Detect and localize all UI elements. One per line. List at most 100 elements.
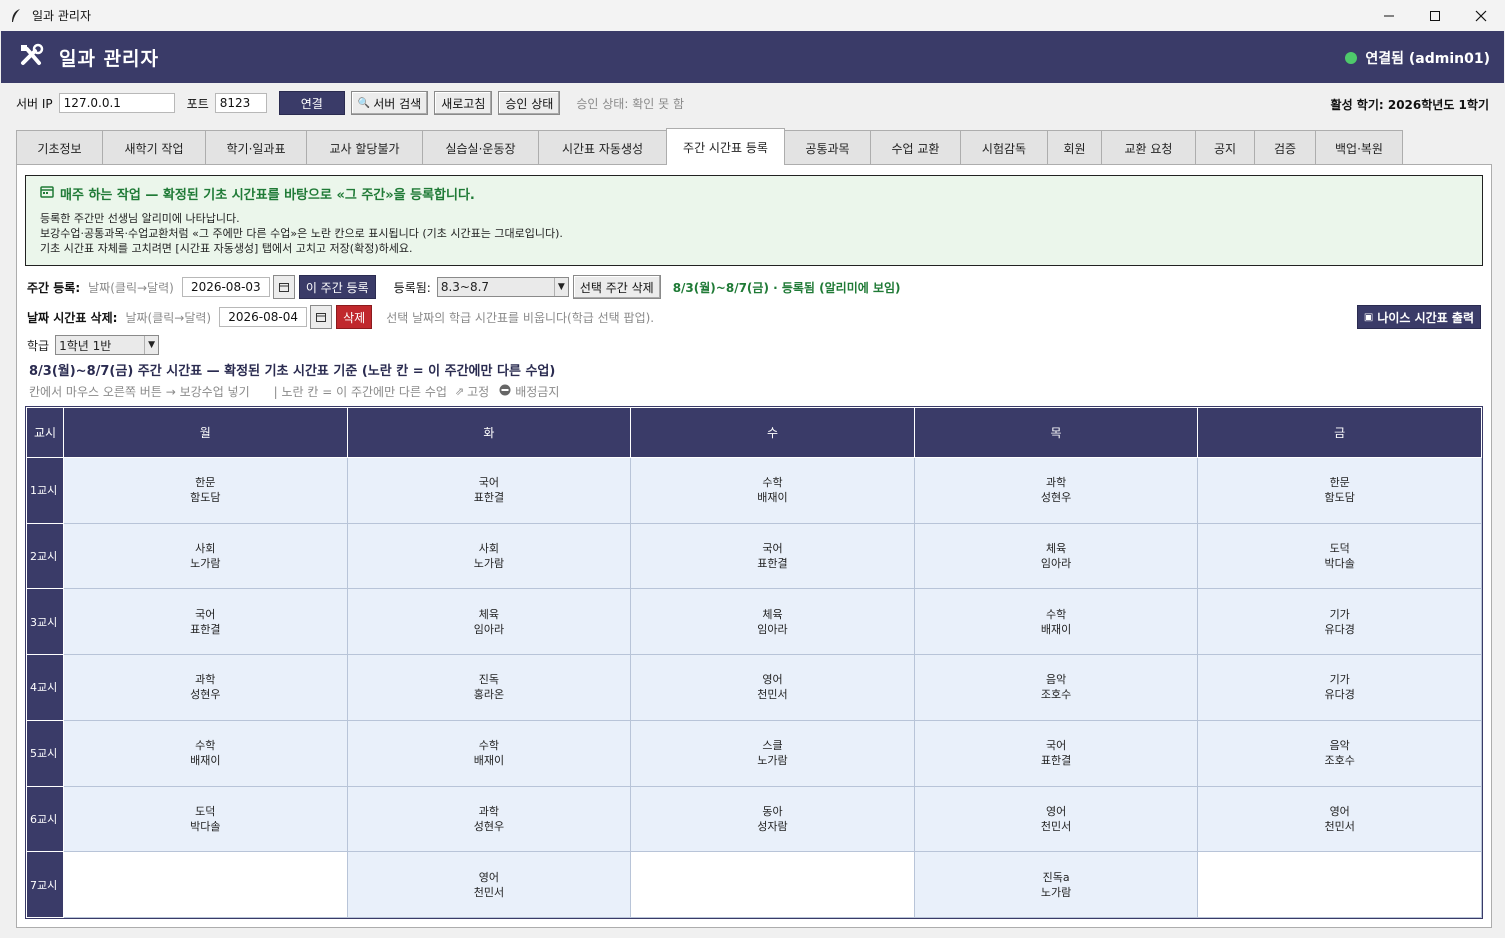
timetable-cell[interactable]: 수학 배재이 bbox=[913, 588, 1199, 656]
tab-notice[interactable]: 공지 bbox=[1195, 130, 1255, 165]
cell-teacher: 성현우 bbox=[473, 819, 505, 833]
timetable-cell[interactable]: 국어 표한결 bbox=[346, 457, 632, 524]
tab-class-swap[interactable]: 수업 교환 bbox=[870, 130, 961, 165]
timetable-cell[interactable]: 진독 홍라온 bbox=[346, 654, 632, 721]
timetable-cell[interactable]: 과학 성현우 bbox=[63, 654, 348, 721]
class-label: 학급 bbox=[27, 338, 50, 353]
timetable-cell[interactable]: 한문 함도담 bbox=[63, 457, 348, 524]
timetable-cell[interactable]: 체육 임아라 bbox=[630, 588, 915, 656]
timetable-cell[interactable] bbox=[1197, 851, 1482, 918]
delete-week-button[interactable]: 선택 주간 삭제 bbox=[572, 275, 661, 299]
week-date-input[interactable] bbox=[181, 277, 270, 297]
tab-exam-proctor[interactable]: 시험감독 bbox=[960, 130, 1048, 165]
timetable-cell[interactable]: 도덕 박다솔 bbox=[1197, 522, 1482, 590]
timetable-cell[interactable]: 한문 함도담 bbox=[1197, 457, 1482, 524]
timetable-cell[interactable]: 스클 노가람 bbox=[630, 719, 915, 787]
minimize-button[interactable] bbox=[1366, 0, 1412, 31]
active-term: 활성 학기: 2026학년도 1학기 bbox=[1330, 98, 1489, 112]
timetable-cell[interactable]: 기가 유다경 bbox=[1197, 588, 1482, 656]
cell-subject: 영어 bbox=[1329, 804, 1350, 818]
table-row: 3교시 국어 표한결 체육 임아라 체육 임아라 수학 배재이 기가 유다경 bbox=[26, 588, 1482, 656]
register-week-button[interactable]: 이 주간 등록 bbox=[298, 275, 376, 299]
legend-row: 칸에서 마우스 오른쪽 버튼 → 보강수업 넣기 | 노란 칸 = 이 주간에만… bbox=[29, 383, 559, 400]
calendar-icon bbox=[40, 185, 54, 202]
registered-label: 등록됨: bbox=[393, 280, 431, 295]
tab-teacher-unavailable[interactable]: 교사 할당불가 bbox=[306, 130, 423, 165]
refresh-button[interactable]: 새로고침 bbox=[434, 91, 493, 115]
timetable-cell[interactable]: 영어 천민서 bbox=[346, 851, 632, 918]
connection-status-text: 연결됨 (admin01) bbox=[1365, 51, 1490, 67]
approval-status: 승인 상태: 확인 못 함 bbox=[576, 96, 684, 111]
connect-button[interactable]: 연결 bbox=[278, 91, 345, 115]
timetable-cell[interactable]: 기가 유다경 bbox=[1197, 654, 1482, 721]
cell-subject: 동아 bbox=[762, 804, 783, 818]
timetable-cell[interactable]: 수학 배재이 bbox=[346, 719, 632, 787]
tab-basic-info[interactable]: 기초정보 bbox=[16, 130, 103, 165]
tab-swap-requests[interactable]: 교환 요청 bbox=[1101, 130, 1196, 165]
delete-day-button[interactable]: 삭제 bbox=[336, 305, 373, 329]
timetable-cell[interactable]: 국어 표한결 bbox=[630, 522, 915, 590]
timetable-cell[interactable]: 진독a 노가람 bbox=[913, 851, 1199, 918]
tab-lab-field[interactable]: 실습실·운동장 bbox=[422, 130, 539, 165]
timetable-cell[interactable]: 음악 조호수 bbox=[913, 654, 1199, 721]
tab-weekly-timetable[interactable]: 주간 시간표 등록 bbox=[666, 128, 785, 165]
timetable-cell[interactable]: 사회 노가람 bbox=[63, 522, 348, 590]
neis-export-button[interactable]: ▣ 나이스 시간표 출력 bbox=[1356, 305, 1481, 329]
timetable-cell[interactable]: 과학 성현우 bbox=[346, 785, 632, 853]
server-search-button[interactable]: 🔍 서버 검색 bbox=[350, 91, 429, 115]
period-label: 6교시 bbox=[26, 785, 64, 853]
timetable-cell[interactable]: 국어 표한결 bbox=[63, 588, 348, 656]
tab-backup-restore[interactable]: 백업·복원 bbox=[1315, 130, 1403, 165]
cell-teacher: 유다경 bbox=[1324, 622, 1355, 636]
calendar-button[interactable] bbox=[310, 305, 333, 329]
day-header-fri: 금 bbox=[1197, 407, 1482, 458]
tab-common-subject[interactable]: 공통과목 bbox=[784, 130, 871, 165]
class-select[interactable]: 1학년 1반 ▼ bbox=[55, 335, 160, 355]
timetable-cell[interactable]: 사회 노가람 bbox=[346, 522, 632, 590]
cell-teacher: 유다경 bbox=[1324, 688, 1355, 702]
close-button[interactable] bbox=[1458, 0, 1504, 31]
ip-label: 서버 IP bbox=[16, 96, 53, 111]
approval-button[interactable]: 승인 상태 bbox=[498, 91, 561, 115]
timetable-cell[interactable]: 체육 임아라 bbox=[346, 588, 632, 656]
status-dot-icon bbox=[1345, 52, 1358, 64]
cell-subject: 수학 bbox=[1045, 607, 1067, 621]
timetable-cell[interactable]: 수학 배재이 bbox=[63, 719, 348, 787]
cell-teacher: 표한결 bbox=[757, 557, 788, 571]
cell-teacher: 박다솔 bbox=[1324, 557, 1355, 571]
timetable-cell[interactable]: 국어 표한결 bbox=[913, 719, 1199, 787]
tab-auto-timetable[interactable]: 시간표 자동생성 bbox=[538, 130, 667, 165]
timetable-cell[interactable] bbox=[63, 851, 348, 918]
timetable-cell[interactable] bbox=[630, 851, 915, 918]
maximize-button[interactable] bbox=[1412, 0, 1458, 31]
port-input[interactable] bbox=[214, 93, 267, 113]
timetable-cell[interactable]: 수학 배재이 bbox=[630, 457, 915, 524]
tab-members[interactable]: 회원 bbox=[1047, 130, 1102, 165]
registered-week-select[interactable]: 8.3~8.7 ▼ bbox=[436, 277, 569, 297]
cell-teacher: 함도담 bbox=[190, 491, 221, 505]
cell-subject: 기가 bbox=[1329, 673, 1350, 687]
timetable-cell[interactable]: 영어 천민서 bbox=[1197, 785, 1482, 853]
timetable-cell[interactable]: 체육 임아라 bbox=[913, 522, 1199, 590]
ip-input[interactable] bbox=[58, 93, 175, 113]
calendar-button[interactable] bbox=[272, 275, 295, 299]
tab-new-semester[interactable]: 새학기 작업 bbox=[102, 130, 206, 165]
calendar-icon bbox=[316, 313, 327, 322]
timetable-cell[interactable]: 음악 조호수 bbox=[1197, 719, 1482, 787]
timetable-cell[interactable]: 동아 성자람 bbox=[630, 785, 915, 853]
neis-export-label: 나이스 시간표 출력 bbox=[1377, 310, 1474, 325]
day-date-hint: 날짜(클릭→달력) bbox=[125, 310, 212, 325]
timetable-cell[interactable]: 영어 천민서 bbox=[630, 654, 915, 721]
day-date-input[interactable] bbox=[219, 307, 308, 327]
timetable-cell[interactable]: 도덕 박다솔 bbox=[63, 785, 348, 853]
timetable-cell[interactable]: 과학 성현우 bbox=[913, 457, 1199, 524]
tab-verify[interactable]: 검증 bbox=[1254, 130, 1316, 165]
tab-semester-schedule[interactable]: 학기·일과표 bbox=[205, 130, 307, 165]
cell-subject: 체육 bbox=[1045, 542, 1067, 556]
cell-subject: 과학 bbox=[195, 673, 216, 687]
cell-teacher: 조호수 bbox=[1040, 688, 1072, 702]
cell-subject: 사회 bbox=[195, 542, 216, 556]
cell-teacher: 성현우 bbox=[1040, 491, 1072, 505]
app-header: 일과 관리자 연결됨 (admin01) bbox=[1, 31, 1504, 83]
timetable-cell[interactable]: 영어 천민서 bbox=[913, 785, 1199, 853]
